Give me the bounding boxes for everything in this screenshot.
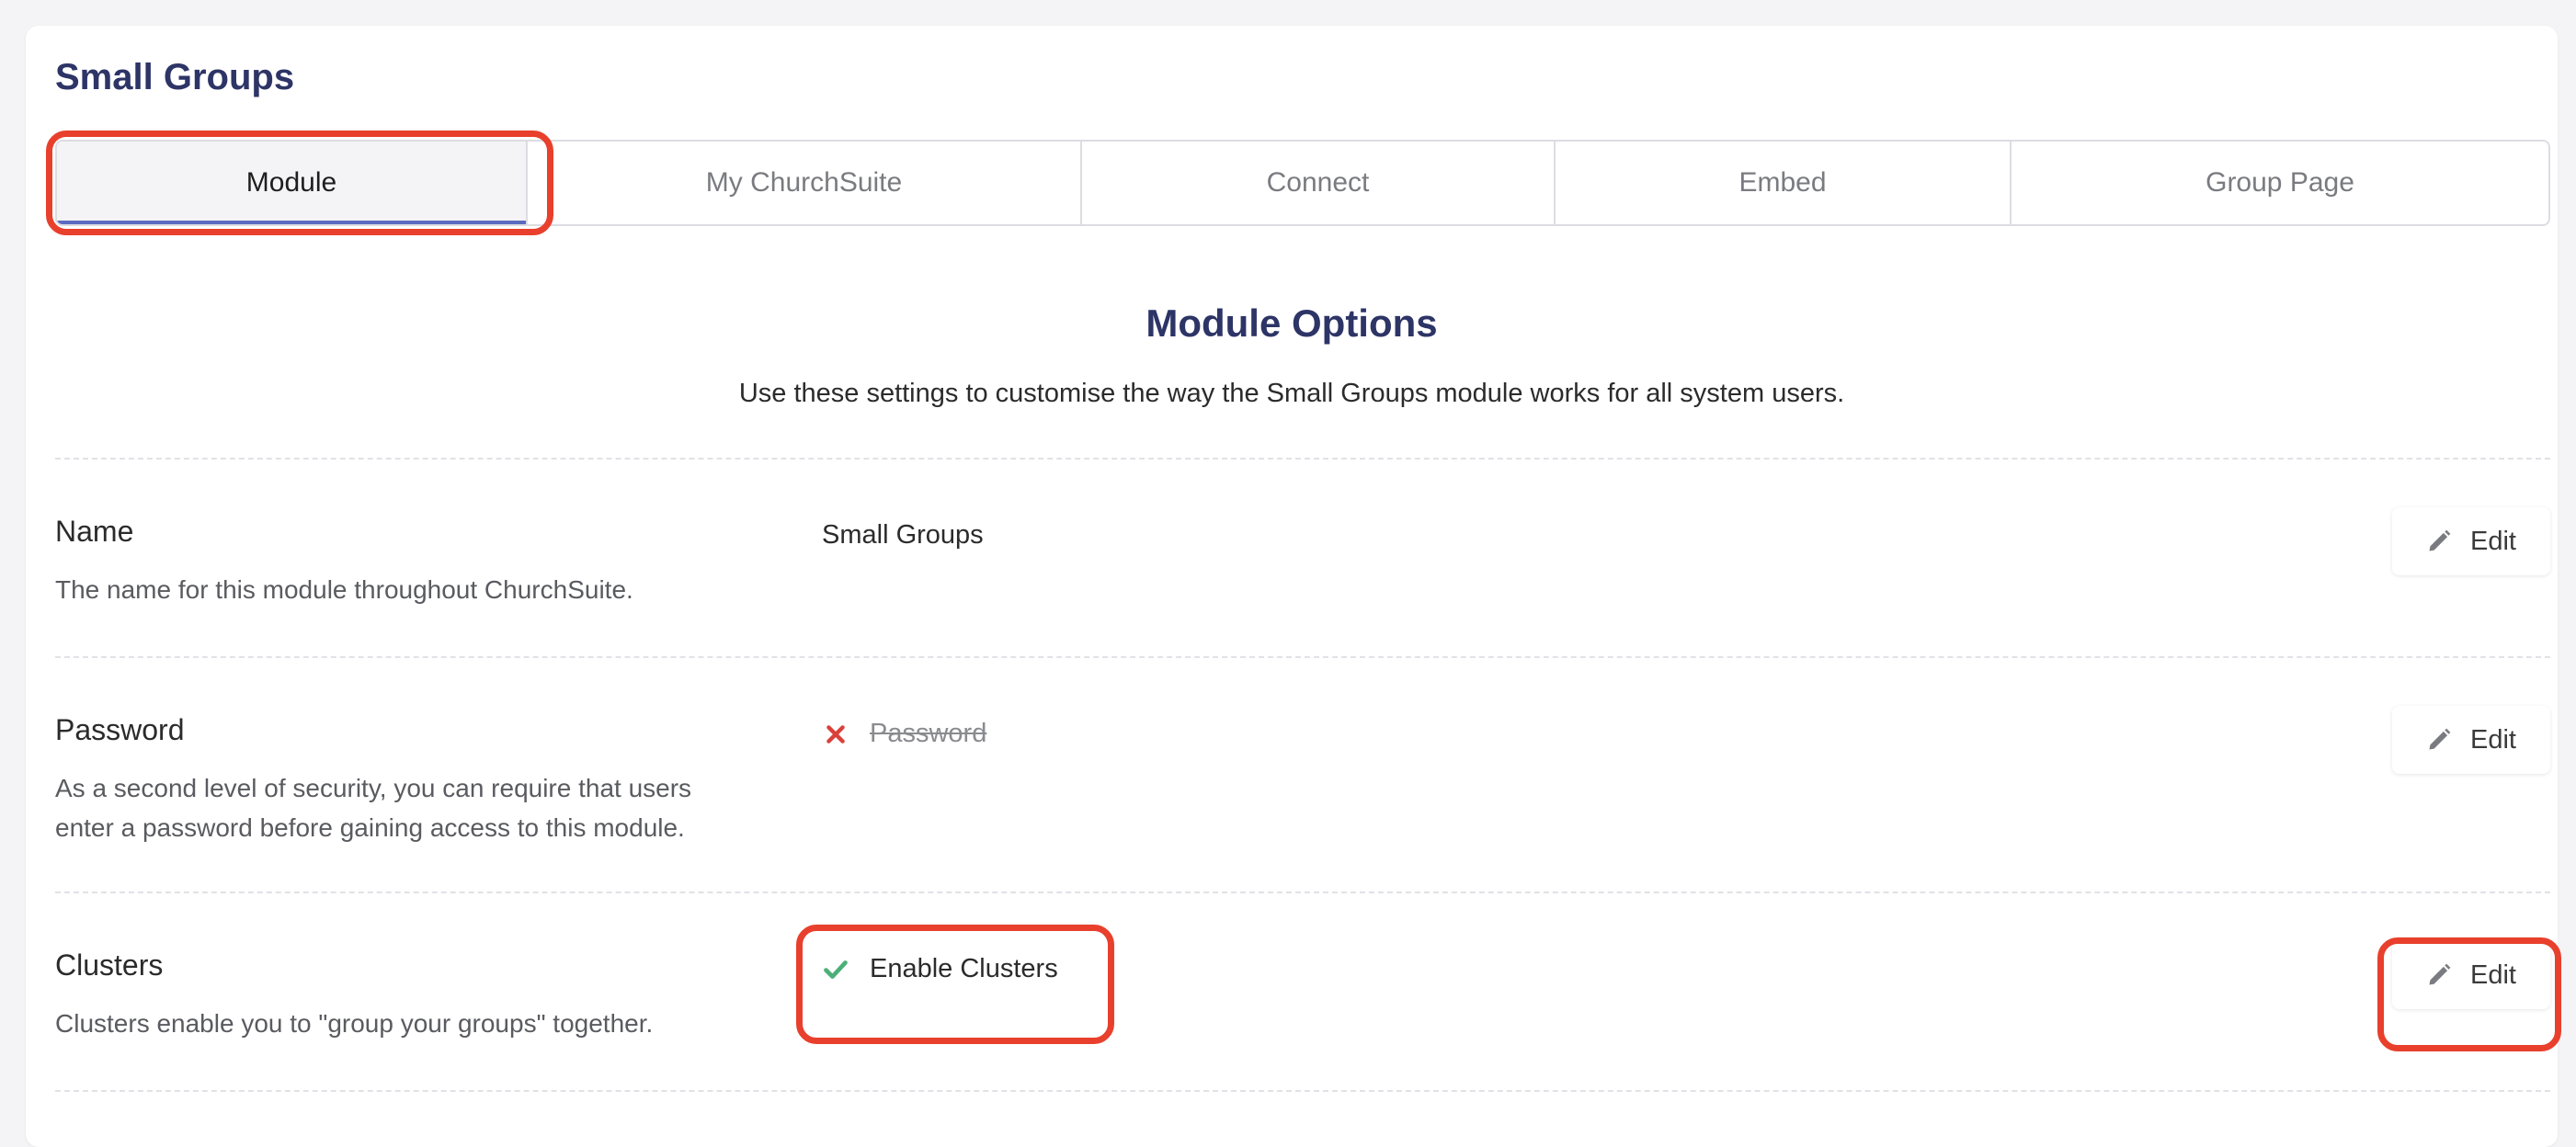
setting-label-clusters: Clusters bbox=[55, 948, 164, 982]
tab-embed[interactable]: Embed bbox=[1556, 142, 2012, 224]
setting-value-text: Password bbox=[870, 719, 987, 748]
setting-label-password: Password bbox=[55, 713, 185, 746]
highlight-enable-clusters bbox=[796, 925, 1114, 1044]
setting-desc-password: As a second level of security, you can r… bbox=[55, 774, 692, 842]
tab-module[interactable]: Module bbox=[57, 142, 528, 224]
pencil-icon bbox=[2426, 528, 2452, 554]
check-icon bbox=[822, 956, 849, 983]
pencil-icon bbox=[2426, 727, 2452, 753]
tab-my-churchsuite[interactable]: My ChurchSuite bbox=[528, 142, 1082, 224]
setting-value-text: Enable Clusters bbox=[870, 954, 1058, 983]
section-subtitle: Use these settings to customise the way … bbox=[738, 379, 1845, 408]
pencil-icon bbox=[2426, 962, 2452, 988]
setting-label-name: Name bbox=[55, 515, 134, 548]
tab-bar: Module My ChurchSuite Connect Embed Grou… bbox=[55, 140, 2550, 226]
setting-desc-name: The name for this module throughout Chur… bbox=[55, 575, 633, 604]
edit-clusters-button[interactable]: Edit bbox=[2392, 941, 2550, 1009]
divider bbox=[55, 458, 2550, 460]
divider bbox=[55, 1090, 2550, 1092]
tab-group-page[interactable]: Group Page bbox=[2012, 142, 2548, 224]
divider bbox=[55, 891, 2550, 893]
page-title: Small Groups bbox=[55, 57, 295, 97]
module-settings-card: Small Groups Module My ChurchSuite Conne… bbox=[26, 26, 2561, 1147]
edit-password-button[interactable]: Edit bbox=[2392, 706, 2550, 774]
tab-connect[interactable]: Connect bbox=[1082, 142, 1556, 224]
setting-desc-clusters: Clusters enable you to "group your group… bbox=[55, 1009, 654, 1038]
setting-value-text: Small Groups bbox=[822, 520, 984, 550]
setting-value-clusters: Enable Clusters bbox=[822, 954, 1058, 984]
edit-label: Edit bbox=[2470, 526, 2516, 556]
setting-value-name: Small Groups bbox=[822, 520, 984, 551]
edit-label: Edit bbox=[2470, 960, 2516, 990]
edit-name-button[interactable]: Edit bbox=[2392, 507, 2550, 575]
cross-icon bbox=[822, 721, 849, 748]
divider bbox=[55, 656, 2550, 658]
setting-value-password: Password bbox=[822, 719, 986, 749]
section-heading: Module Options bbox=[1146, 301, 1438, 345]
edit-label: Edit bbox=[2470, 724, 2516, 755]
